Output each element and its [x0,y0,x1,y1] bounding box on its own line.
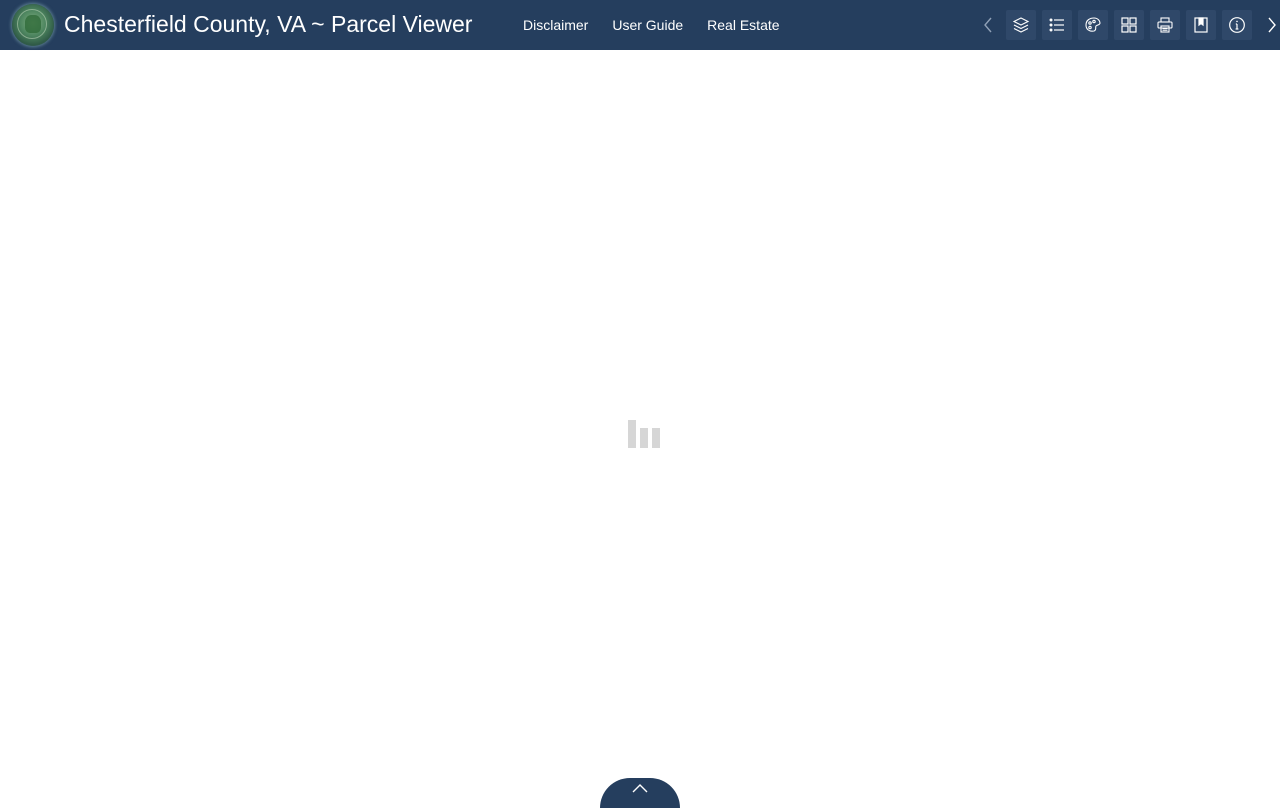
info-icon [1228,16,1246,34]
bookmark-button[interactable] [1186,10,1216,40]
print-icon [1156,16,1174,34]
chevron-right-icon[interactable] [1260,9,1280,41]
bookmark-icon [1192,16,1210,34]
legend-button[interactable] [1042,10,1072,40]
layers-icon [1012,16,1030,34]
about-button[interactable] [1222,10,1252,40]
widget-grid-button[interactable] [1114,10,1144,40]
widget-toolbar [976,9,1280,41]
nav-link-user-guide[interactable]: User Guide [600,13,695,37]
nav-link-disclaimer[interactable]: Disclaimer [511,13,600,37]
basemap-gallery-icon [1084,16,1102,34]
widget-grid-icon [1120,16,1138,34]
legend-list-icon [1048,16,1066,34]
loading-bars-icon [628,420,662,448]
loading-bar [628,420,636,448]
loading-bar [652,428,660,448]
app-title: Chesterfield County, VA ~ Parcel Viewer [64,11,473,37]
layers-button[interactable] [1006,10,1036,40]
seal-emblem [25,15,41,33]
header-nav: Disclaimer User Guide Real Estate [511,13,792,37]
county-seal-logo[interactable] [12,4,54,46]
bottom-panel-toggle[interactable] [600,778,680,808]
nav-link-real-estate[interactable]: Real Estate [695,13,791,37]
loading-bar [640,428,648,448]
print-button[interactable] [1150,10,1180,40]
chevron-left-icon[interactable] [976,9,1000,41]
chevron-up-icon [632,783,648,808]
basemap-gallery-button[interactable] [1078,10,1108,40]
app-header: Chesterfield County, VA ~ Parcel Viewer … [0,0,1280,50]
